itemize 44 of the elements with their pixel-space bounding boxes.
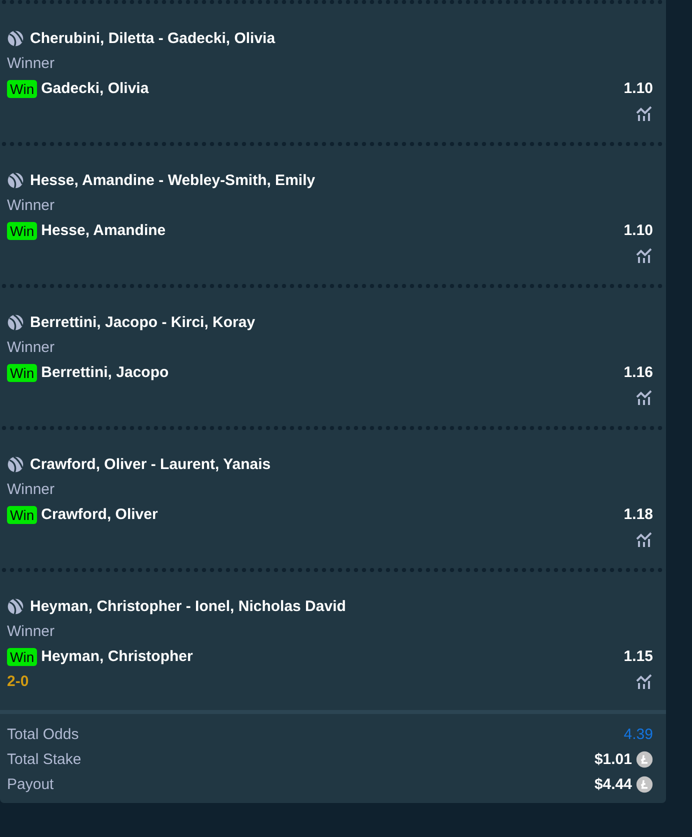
- total-value: 4.39: [624, 726, 653, 743]
- status-badge: Win: [7, 648, 38, 666]
- outcome-name: Hesse, Amandine: [41, 222, 166, 239]
- odds-value: 1.16: [624, 364, 653, 381]
- odds-value: 1.18: [624, 506, 653, 523]
- tennis-ball-icon: [7, 598, 24, 615]
- stats-chart-icon: [636, 248, 653, 263]
- tennis-ball-icon: [7, 314, 24, 331]
- outcome-name: Heyman, Christopher: [41, 648, 193, 665]
- tennis-ball-icon: [7, 30, 24, 47]
- status-badge: Win: [7, 364, 38, 382]
- market-label: Winner: [7, 338, 55, 358]
- stats-chart-icon: [636, 390, 653, 405]
- total-label: Total Stake: [7, 751, 82, 768]
- event-title: Berrettini, Jacopo - Kirci, Koray: [30, 314, 256, 331]
- odds-value: 1.10: [624, 222, 653, 239]
- tennis-ball-icon: [7, 172, 24, 189]
- event-title: Heyman, Christopher - Ionel, Nicholas David: [30, 598, 346, 615]
- outcome-name: Berrettini, Jacopo: [41, 364, 169, 381]
- total-label: Total Odds: [7, 726, 79, 743]
- status-badge: Win: [7, 506, 38, 524]
- market-label: Winner: [7, 54, 55, 74]
- stats-chart-icon: [636, 106, 653, 121]
- market-label: Winner: [7, 196, 55, 216]
- outcome-name: Crawford, Oliver: [41, 506, 158, 523]
- market-label: Winner: [7, 622, 55, 642]
- status-badge: Win: [7, 80, 38, 98]
- coin-icon: [636, 751, 653, 768]
- coin-icon: [636, 776, 653, 793]
- odds-value: 1.15: [624, 648, 653, 665]
- odds-value: 1.10: [624, 80, 653, 97]
- event-title: Hesse, Amandine - Webley-Smith, Emily: [30, 172, 316, 189]
- tennis-ball-icon: [7, 456, 24, 473]
- stats-chart-icon: [636, 532, 653, 547]
- total-label: Payout: [7, 776, 54, 793]
- outcome-name: Gadecki, Olivia: [41, 80, 149, 97]
- event-title: Cherubini, Diletta - Gadecki, Olivia: [30, 30, 276, 47]
- total-value: $1.01: [594, 751, 632, 768]
- market-label: Winner: [7, 480, 55, 500]
- total-value: $4.44: [594, 776, 632, 793]
- event-title: Crawford, Oliver - Laurent, Yanais: [30, 456, 271, 473]
- stats-chart-icon: [636, 674, 653, 689]
- score-text: 2-0: [7, 673, 29, 690]
- status-badge: Win: [7, 222, 38, 240]
